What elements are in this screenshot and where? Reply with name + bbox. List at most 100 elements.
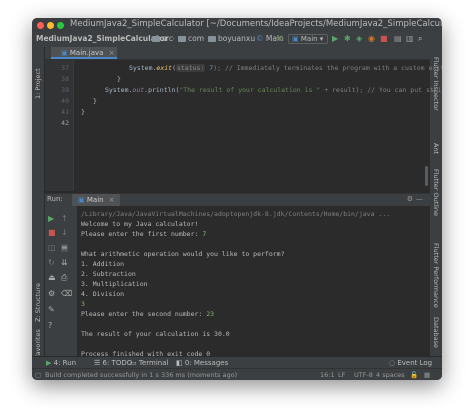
run-tab-main[interactable]: ▣ Main × xyxy=(72,194,121,206)
navigation-bar: MediumJava2_SimpleCalculator › src › com… xyxy=(32,32,442,48)
breadcrumb-src[interactable]: src xyxy=(152,34,173,43)
close-window-button[interactable] xyxy=(37,22,44,29)
caret-position[interactable]: 16:1 xyxy=(320,371,335,379)
hide-panel-icon[interactable]: — xyxy=(416,195,426,203)
terminal-icon: ▭ xyxy=(130,359,137,367)
console-line: What arithmetic operation would you like… xyxy=(81,250,285,258)
left-tool-strip: 1: Project Z: Structure 2: Favorites xyxy=(32,47,45,368)
print-icon[interactable]: ⎙ xyxy=(61,274,67,282)
terminal-tool-button[interactable]: ▭ Terminal xyxy=(130,359,168,367)
run-panel-title: Run: xyxy=(47,195,63,203)
trash-icon[interactable]: ⌫ xyxy=(61,290,72,298)
indent-setting[interactable]: 4 spaces xyxy=(376,371,405,379)
line-gutter: 37 38 39 40 41 42 xyxy=(45,60,74,191)
run-tool-label: 4: Run xyxy=(53,359,77,367)
pin-icon[interactable]: ✎ xyxy=(48,306,55,314)
code-line-40: } xyxy=(93,97,97,105)
rerun-icon[interactable]: ▶ xyxy=(48,215,54,223)
event-log-label: Event Log xyxy=(397,359,433,367)
code-comment: ); // Immediately terminates the program… xyxy=(213,64,442,72)
run-icon[interactable]: ▶ xyxy=(332,35,338,43)
run-icon: ▶ xyxy=(46,359,52,367)
breadcrumb-com[interactable]: com xyxy=(178,34,204,43)
run-panel-header: Run: ▣ Main × ⚙— xyxy=(45,193,430,206)
breadcrumb-package[interactable]: boyuanxu xyxy=(208,34,255,43)
line-number: 37 xyxy=(61,64,69,72)
console-line: Please enter the second number: 23 xyxy=(81,310,214,318)
zoom-window-button[interactable] xyxy=(57,22,64,29)
messages-tool-button[interactable]: ◧ 0: Messages xyxy=(176,359,228,367)
profiler-icon[interactable]: ◉ xyxy=(368,35,375,43)
line-separator[interactable]: LF xyxy=(338,371,345,379)
run-toolbar: ▶ ↑ ■ ↓ ◫ ≡ ↻ ⇊ ⏏ ⎙ ⚙ ⌫ ✎ ? xyxy=(45,206,77,368)
event-log-button[interactable]: ◌ Event Log xyxy=(389,359,432,367)
run-config-icon: ▣ xyxy=(78,196,85,204)
line-number: 41 xyxy=(61,108,69,116)
status-window-icon[interactable]: ▢ xyxy=(35,371,41,379)
help-icon[interactable]: ? xyxy=(48,322,52,330)
code-line-38: } xyxy=(117,75,121,83)
code-line-37: System.exit(status: 7); // Immediately t… xyxy=(129,64,442,72)
editor-tab-main-java[interactable]: ▣ Main.java × xyxy=(51,47,118,59)
project-tool-tab[interactable]: 1: Project xyxy=(34,68,42,99)
code-token: System. xyxy=(105,86,133,94)
flutter-outline-tab[interactable]: Flutter Outline xyxy=(432,169,440,216)
coverage-icon[interactable]: ◈ xyxy=(356,35,362,43)
console-line: Please enter the first number: 7 xyxy=(81,230,206,238)
soft-wrap-icon[interactable]: ≡ xyxy=(61,244,68,252)
line-number: 42 xyxy=(61,119,69,127)
lock-icon[interactable]: 🔓 xyxy=(410,371,418,379)
restore-layout-icon[interactable]: ↻ xyxy=(48,259,55,267)
line-number: 38 xyxy=(61,75,69,83)
scroll-to-end-icon[interactable]: ⇊ xyxy=(61,259,68,267)
breadcrumb-separator-icon: › xyxy=(146,34,149,43)
close-tab-icon[interactable]: × xyxy=(109,196,115,204)
run-console[interactable]: /Library/Java/JavaVirtualMachines/adopto… xyxy=(78,206,430,368)
editor-tab-label: Main.java xyxy=(69,49,104,57)
code-string: "The result of your calculation is " xyxy=(179,86,321,94)
run-config-label: Main xyxy=(300,35,318,43)
hammer-icon[interactable]: ⚒ xyxy=(276,35,283,43)
run-config-select[interactable]: ▣ Main ▾ xyxy=(288,34,328,44)
close-tab-icon[interactable]: × xyxy=(109,47,115,59)
class-icon: © xyxy=(256,34,264,43)
console-line: 2. Subtraction xyxy=(81,270,136,278)
code-line-41: } xyxy=(81,108,85,116)
messages-icon: ◧ xyxy=(176,359,183,367)
debug-icon[interactable]: ✱ xyxy=(344,35,351,43)
stop-icon[interactable]: ■ xyxy=(380,35,388,43)
breadcrumb-separator-icon: › xyxy=(250,34,253,43)
ant-tab[interactable]: Ant xyxy=(432,143,440,154)
project-structure-icon[interactable]: ▤ xyxy=(394,35,402,43)
status-message[interactable]: Build completed successfully in 1 s 336 … xyxy=(45,371,237,379)
memory-indicator-icon[interactable]: ▦ xyxy=(424,371,430,379)
console-line: 3. Multiplication xyxy=(81,280,148,288)
structure-tool-tab[interactable]: Z: Structure xyxy=(34,283,42,322)
sdk-icon[interactable]: ▥ xyxy=(406,35,414,43)
breadcrumb-separator-icon: › xyxy=(202,34,205,43)
console-text: Please enter the first number: xyxy=(81,230,203,238)
search-icon[interactable]: ⌕ xyxy=(418,35,422,43)
minimize-window-button[interactable] xyxy=(47,22,54,29)
folder-icon xyxy=(152,36,160,42)
run-panel-tools: ⚙— xyxy=(407,195,426,203)
editor-scrollbar[interactable] xyxy=(425,166,428,186)
file-encoding[interactable]: UTF-8 xyxy=(354,371,373,379)
stop-icon[interactable]: ■ xyxy=(48,229,56,237)
run-tool-button[interactable]: ▶ 4: Run xyxy=(46,359,76,367)
folder-icon xyxy=(178,36,186,42)
scroll-up-icon[interactable]: ↑ xyxy=(61,215,68,223)
code-editor[interactable]: 37 38 39 40 41 42 System.exit(status: 7)… xyxy=(45,60,442,191)
code-line-39: System.out.println("The result of your c… xyxy=(105,86,442,94)
settings-icon[interactable]: ⚙ xyxy=(48,290,55,298)
exit-icon[interactable]: ⏏ xyxy=(48,274,56,282)
right-tool-strip: Flutter Inspector Ant Flutter Outline Fl… xyxy=(429,47,442,368)
code-token: exit xyxy=(156,64,173,72)
camera-icon[interactable]: ◫ xyxy=(48,244,56,252)
database-tab[interactable]: Database xyxy=(432,317,440,348)
scroll-down-icon[interactable]: ↓ xyxy=(61,229,68,237)
todo-tool-button[interactable]: ☰ 6: TODO xyxy=(94,359,132,367)
gear-icon[interactable]: ⚙ xyxy=(407,195,416,203)
line-number: 40 xyxy=(61,97,69,105)
flutter-performance-tab[interactable]: Flutter Performance xyxy=(432,243,440,308)
